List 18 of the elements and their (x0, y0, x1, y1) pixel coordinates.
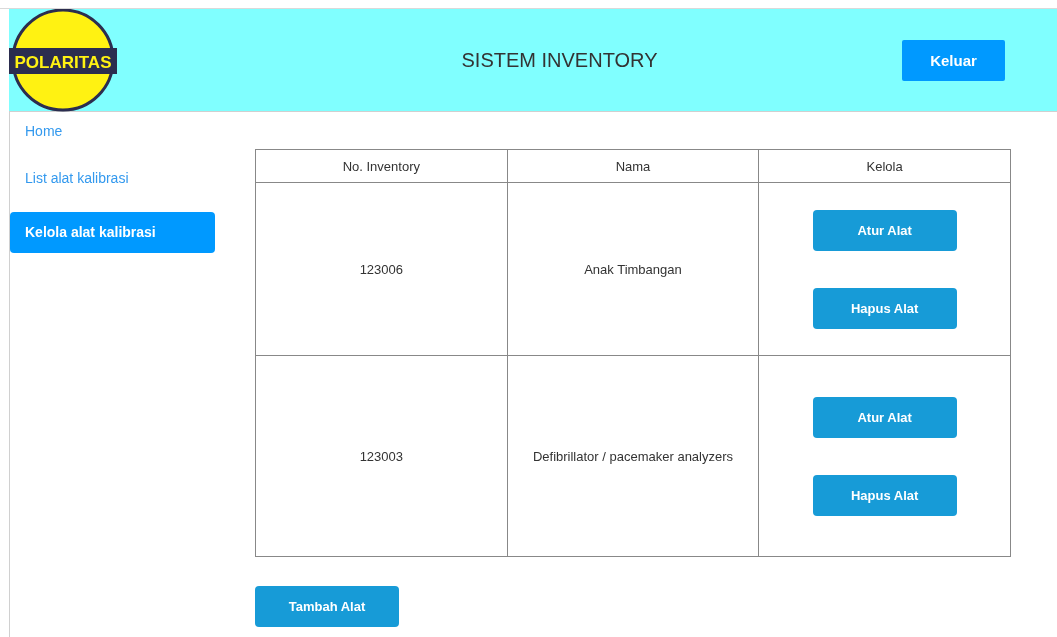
add-button[interactable]: Tambah Alat (255, 586, 399, 627)
delete-button[interactable]: Hapus Alat (812, 287, 957, 329)
table-cell: Defibrillator / pacemaker analyzers (507, 355, 759, 557)
edit-button[interactable]: Atur Alat (812, 396, 957, 438)
edit-button[interactable]: Atur Alat (812, 209, 957, 251)
table-cell: 123003 (255, 355, 508, 557)
sidebar-item[interactable]: List alat kalibrasi (10, 165, 215, 201)
logout-button[interactable]: Keluar (902, 39, 1005, 81)
sidebar-item[interactable]: Home (10, 118, 215, 154)
column-header: Kelola (758, 149, 1011, 183)
sidebar-item[interactable]: Kelola alat kalibrasi (10, 212, 215, 253)
table-cell: Anak Timbangan (507, 182, 759, 356)
column-header: No. Inventory (255, 149, 508, 183)
page-title: SISTEM INVENTORY (460, 48, 659, 72)
table-cell: 123006 (255, 182, 508, 356)
column-header: Nama (507, 149, 759, 183)
logo-drawing: POLARITAS (9, 9, 117, 112)
delete-button[interactable]: Hapus Alat (812, 474, 957, 516)
